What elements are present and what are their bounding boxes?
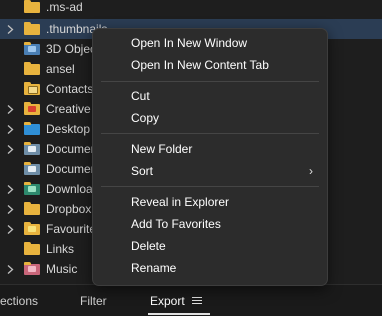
menu-item-label: Add To Favorites (131, 217, 221, 231)
menu-separator (101, 186, 319, 187)
chevron-right-icon: › (309, 164, 313, 178)
bottom-tab-bar: ections Filter Export (0, 284, 382, 316)
menu-separator (101, 133, 319, 134)
menu-item-delete[interactable]: Delete (93, 235, 327, 257)
menu-item-label: Sort (131, 164, 154, 178)
desktop-icon (24, 122, 40, 136)
folder-icon (24, 242, 40, 256)
chevron-right-icon[interactable] (6, 139, 16, 159)
tree-row-label: ansel (46, 62, 75, 76)
tab-filter[interactable]: Filter (80, 294, 107, 308)
menu-item-label: Delete (131, 239, 166, 253)
creative-cloud-icon (24, 102, 40, 116)
downloads-icon (24, 182, 40, 196)
folder-icon (24, 22, 40, 36)
tree-row-ms-ad[interactable]: .ms-ad (0, 0, 382, 17)
chevron-right-icon[interactable] (6, 219, 16, 239)
menu-item-label: Open In New Content Tab (131, 58, 269, 72)
menu-item-label: Reveal in Explorer (131, 195, 230, 209)
chevron-right-icon[interactable] (6, 19, 16, 39)
tree-row-label: Links (46, 242, 75, 256)
menu-item-new-folder[interactable]: New Folder (93, 138, 327, 160)
menu-item-reveal-in-explorer[interactable]: Reveal in Explorer (93, 191, 327, 213)
menu-item-cut[interactable]: Cut (93, 85, 327, 107)
tab-collections[interactable]: ections (0, 294, 38, 308)
favourites-icon (24, 222, 40, 236)
folder-icon (24, 202, 40, 216)
folder-icon (24, 62, 40, 76)
documents-icon (24, 142, 40, 156)
menu-item-open-new-tab[interactable]: Open In New Content Tab (93, 54, 327, 76)
3d-objects-icon (24, 42, 40, 56)
context-menu: Open In New Window Open In New Content T… (92, 28, 328, 286)
menu-item-label: Rename (131, 261, 177, 275)
menu-item-add-to-favorites[interactable]: Add To Favorites (93, 213, 327, 235)
menu-item-rename[interactable]: Rename (93, 257, 327, 279)
contacts-icon (24, 82, 40, 96)
tree-row-label: Dropbox (46, 202, 92, 216)
chevron-right-icon[interactable] (6, 259, 16, 279)
tree-row-label: Music (46, 262, 78, 276)
chevron-right-icon[interactable] (6, 99, 16, 119)
chevron-right-icon[interactable] (6, 199, 16, 219)
menu-item-sort[interactable]: Sort › (93, 160, 327, 182)
menu-item-label: New Folder (131, 142, 193, 156)
tree-row-label: .ms-ad (46, 0, 83, 14)
tree-row-label: Contacts (46, 82, 94, 96)
tree-row-label: Desktop (46, 122, 91, 136)
tab-export[interactable]: Export (150, 294, 185, 308)
menu-item-copy[interactable]: Copy (93, 107, 327, 129)
documents-icon (24, 162, 40, 176)
chevron-right-icon[interactable] (6, 119, 16, 139)
chevron-right-icon[interactable] (6, 179, 16, 199)
menu-item-label: Cut (131, 89, 150, 103)
menu-item-open-new-window[interactable]: Open In New Window (93, 32, 327, 54)
menu-item-label: Open In New Window (131, 36, 248, 50)
menu-separator (101, 81, 319, 82)
menu-item-label: Copy (131, 111, 160, 125)
folder-icon (24, 0, 40, 14)
hamburger-menu-icon[interactable] (192, 297, 202, 305)
music-icon (24, 262, 40, 276)
